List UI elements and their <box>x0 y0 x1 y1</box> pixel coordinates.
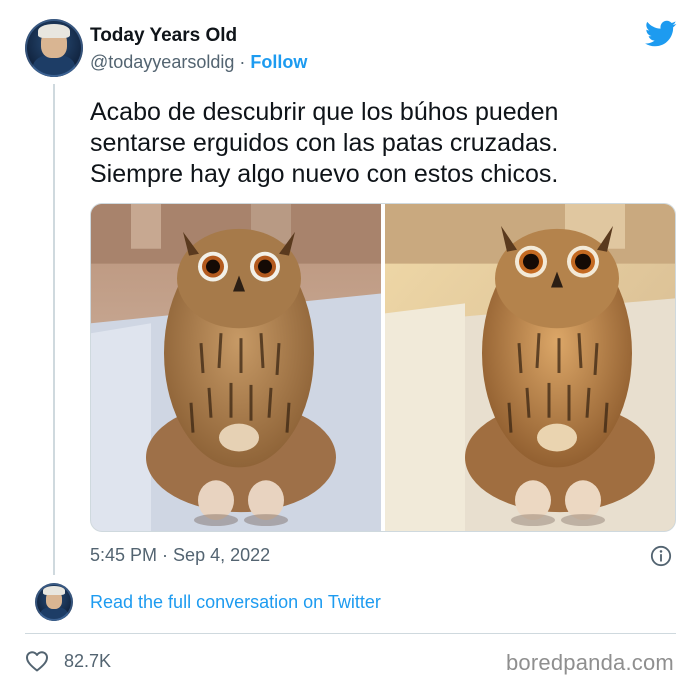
avatar-ring <box>25 19 83 77</box>
tweet-timestamp[interactable]: 5:45 PM · Sep 4, 2022 <box>90 545 270 566</box>
owl-photo-left-image <box>91 204 381 531</box>
timestamp-separator: · <box>157 545 174 565</box>
tweet-text: Acabo de descubrir que los búhos pueden … <box>90 97 670 190</box>
avatar-ring <box>35 583 73 621</box>
tweet-text-line: Siempre hay algo nuevo con estos chicos. <box>90 160 559 188</box>
tweet-time: 5:45 PM <box>90 545 158 565</box>
author-handle[interactable]: @todayyearsoldig <box>90 52 234 72</box>
twitter-bird-icon[interactable] <box>645 20 677 48</box>
tweet-text-line: Acabo de descubrir que los búhos pueden <box>90 98 559 126</box>
author-avatar[interactable] <box>25 19 83 77</box>
tweet-text-line: sentarse erguidos con las patas cruzadas… <box>90 129 559 157</box>
boredpanda-watermark: boredpanda.com <box>506 650 674 675</box>
owl-photo-right[interactable] <box>385 204 675 531</box>
like-count[interactable]: 82.7K <box>64 651 111 672</box>
reply-avatar[interactable] <box>35 583 73 621</box>
owl-photo-left[interactable] <box>91 204 381 531</box>
author-handle-row: @todayyearsoldig · Follow <box>90 52 307 73</box>
tweet-media[interactable] <box>90 203 676 532</box>
divider <box>25 633 676 634</box>
follow-button[interactable]: Follow <box>250 52 307 72</box>
heart-icon[interactable] <box>25 650 49 672</box>
author-display-name[interactable]: Today Years Old <box>90 25 237 47</box>
thread-line <box>53 84 55 575</box>
info-icon[interactable] <box>650 545 672 567</box>
handle-separator: · <box>234 52 251 72</box>
tweet-date: Sep 4, 2022 <box>173 545 271 565</box>
owl-photo-right-image <box>385 204 675 531</box>
read-full-conversation-link[interactable]: Read the full conversation on Twitter <box>90 592 381 613</box>
